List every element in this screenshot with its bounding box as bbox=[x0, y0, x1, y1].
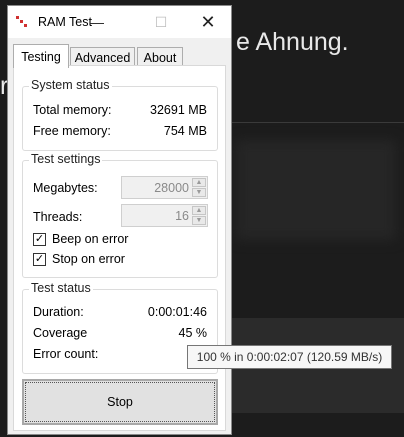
background-blur bbox=[236, 140, 396, 240]
system-status-group: System status Total memory: 32691 MB Fre… bbox=[22, 78, 218, 151]
stop-on-error-checkbox[interactable]: ✓ Stop on error bbox=[33, 252, 125, 266]
close-button[interactable]: ✕ bbox=[185, 6, 231, 38]
duration-value: 0:00:01:46 bbox=[147, 305, 207, 319]
background-heading-text: e Ahnung. bbox=[236, 28, 349, 56]
megabytes-spin-buttons: ▲ ▼ bbox=[192, 178, 206, 197]
stop-on-error-check-icon[interactable]: ✓ bbox=[33, 252, 46, 266]
error-count-label: Error count: bbox=[33, 347, 99, 361]
minimize-button[interactable]: — bbox=[74, 6, 120, 38]
beep-on-error-check-icon[interactable]: ✓ bbox=[33, 232, 46, 246]
test-settings-label: Test settings bbox=[29, 152, 103, 166]
threads-spinbox[interactable]: 16 ▲ ▼ bbox=[121, 204, 208, 227]
free-memory-value: 754 MB bbox=[163, 124, 207, 138]
beep-on-error-label: Beep on error bbox=[52, 232, 129, 246]
free-memory-label: Free memory: bbox=[33, 124, 111, 138]
threads-up-arrow-icon[interactable]: ▲ bbox=[192, 206, 206, 215]
megabytes-spinbox[interactable]: 28000 ▲ ▼ bbox=[121, 176, 208, 199]
coverage-tooltip: 100 % in 0:00:02:07 (120.59 MB/s) bbox=[187, 345, 392, 369]
beep-on-error-checkbox[interactable]: ✓ Beep on error bbox=[33, 232, 128, 246]
tab-about[interactable]: About bbox=[137, 47, 183, 67]
ram-test-app-icon bbox=[16, 16, 28, 28]
megabytes-down-arrow-icon[interactable]: ▼ bbox=[192, 188, 206, 197]
testing-tab-panel: System status Total memory: 32691 MB Fre… bbox=[13, 65, 226, 431]
maximize-button[interactable]: ☐ bbox=[138, 6, 184, 38]
coverage-label: Coverage bbox=[33, 326, 88, 340]
megabytes-up-arrow-icon[interactable]: ▲ bbox=[192, 178, 206, 187]
threads-down-arrow-icon[interactable]: ▼ bbox=[192, 216, 206, 225]
threads-label: Threads: bbox=[33, 210, 83, 224]
duration-label: Duration: bbox=[33, 305, 84, 319]
megabytes-value: 28000 bbox=[154, 181, 189, 195]
megabytes-label: Megabytes: bbox=[33, 181, 98, 195]
ram-test-window: RAM Test — ☐ ✕ Testing Advanced About Sy… bbox=[7, 5, 232, 435]
tab-testing[interactable]: Testing bbox=[13, 44, 69, 68]
coverage-value: 45 % bbox=[178, 326, 208, 340]
title-bar[interactable]: RAM Test — ☐ ✕ bbox=[8, 6, 231, 38]
total-memory-label: Total memory: bbox=[33, 103, 112, 117]
stop-button[interactable]: Stop bbox=[22, 379, 218, 425]
tab-advanced[interactable]: Advanced bbox=[70, 47, 135, 67]
background-divider bbox=[232, 122, 404, 123]
stop-on-error-label: Stop on error bbox=[52, 252, 125, 266]
threads-value: 16 bbox=[175, 209, 189, 223]
total-memory-value: 32691 MB bbox=[150, 103, 207, 117]
test-status-label: Test status bbox=[29, 281, 93, 295]
threads-spin-buttons: ▲ ▼ bbox=[192, 206, 206, 225]
system-status-label: System status bbox=[29, 78, 112, 92]
test-settings-group: Test settings Megabytes: 28000 ▲ ▼ Threa… bbox=[22, 152, 218, 278]
